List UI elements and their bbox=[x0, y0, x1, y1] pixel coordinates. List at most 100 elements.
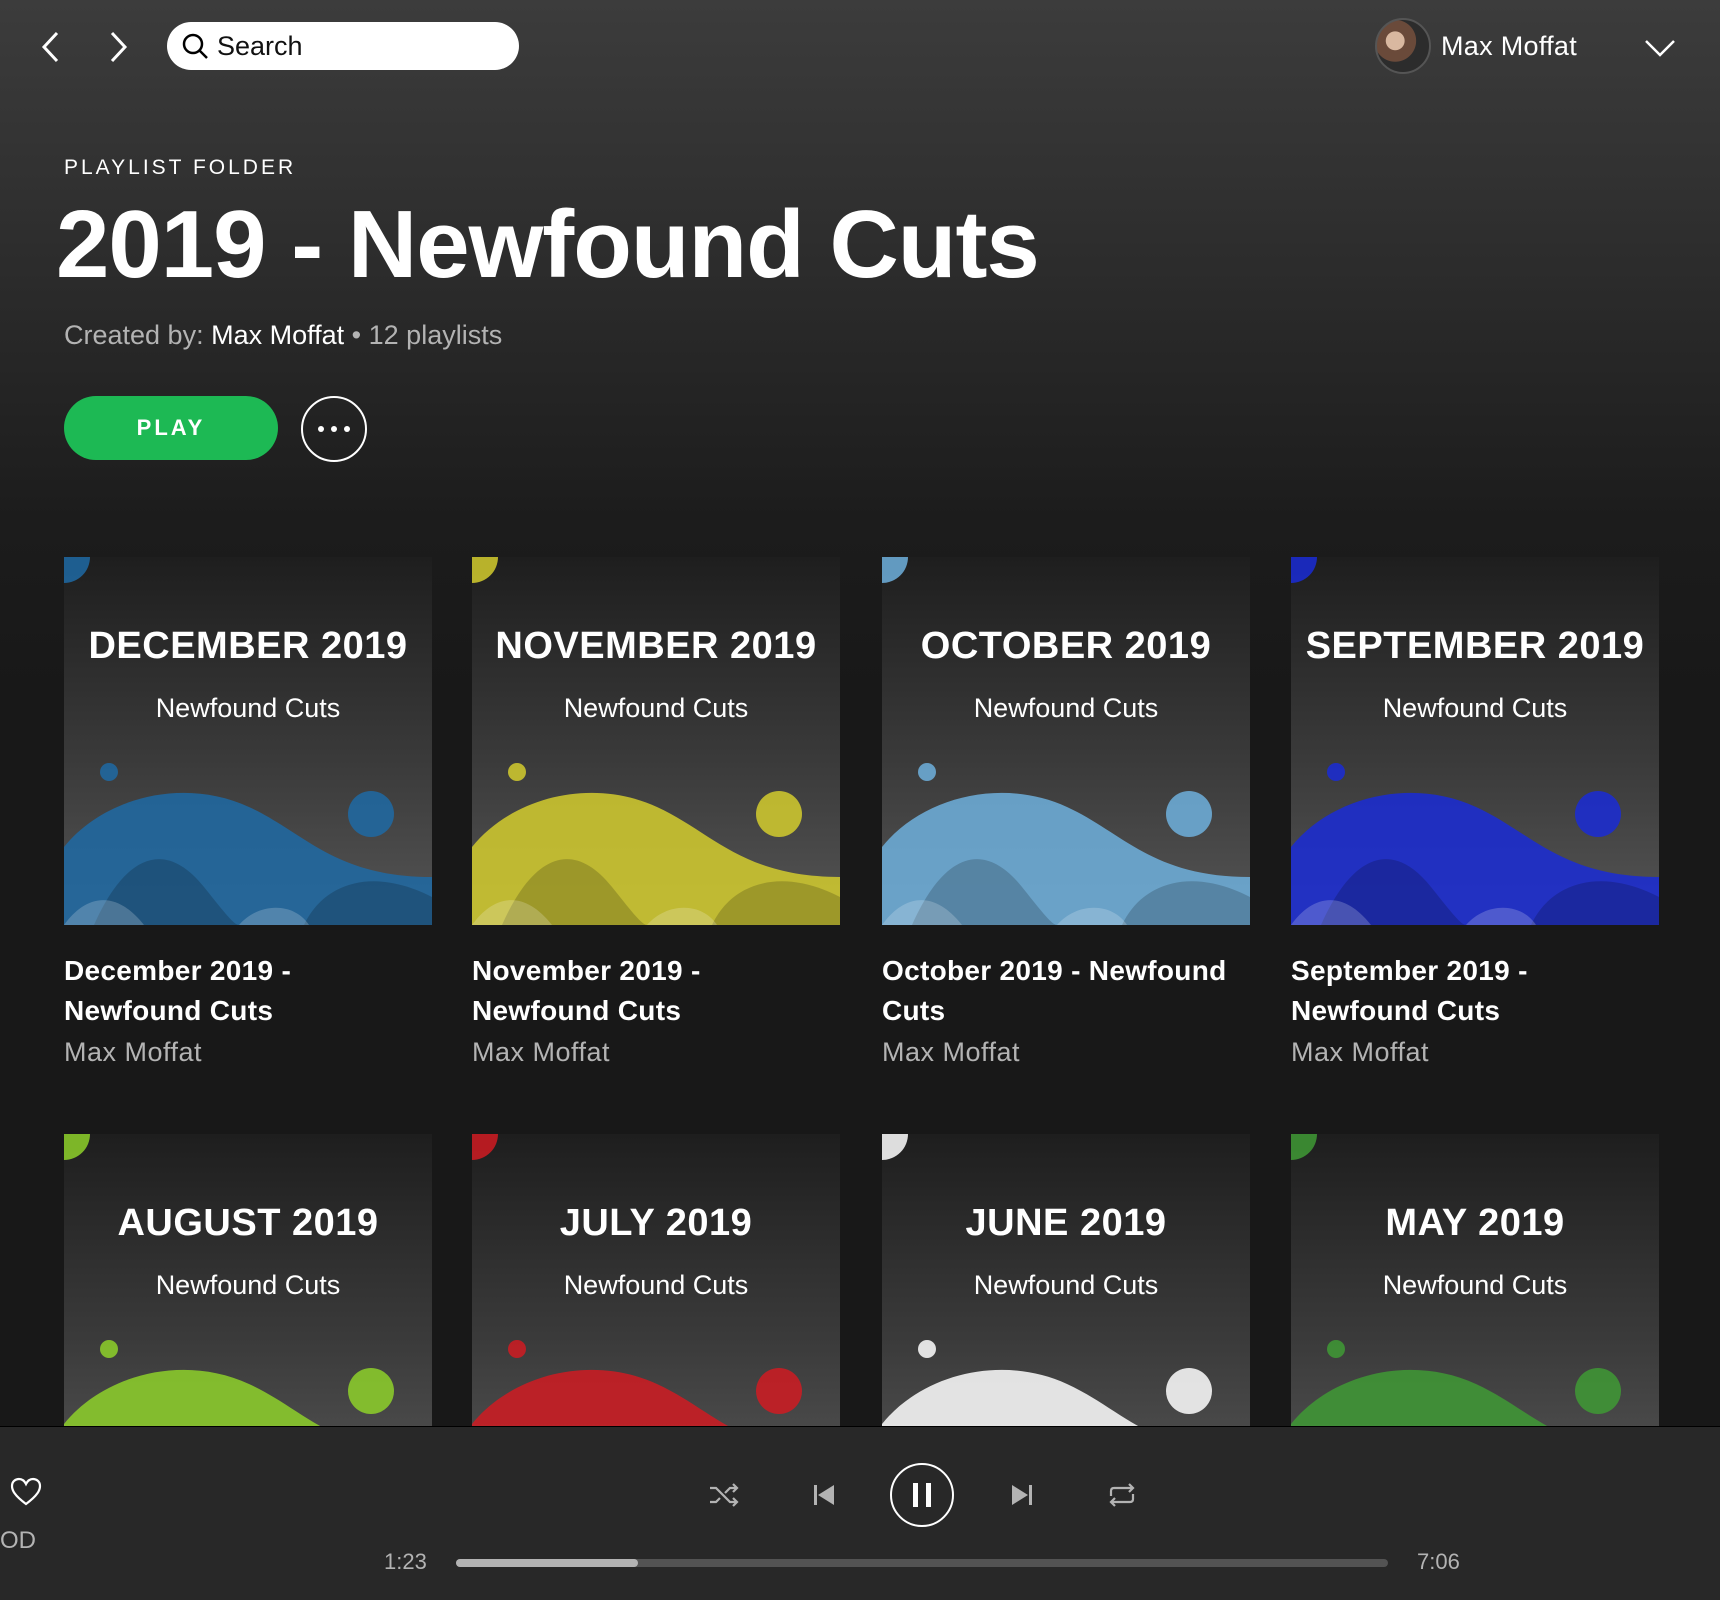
cover-big-dot bbox=[1166, 791, 1212, 837]
playlist-card[interactable]: JULY 2019Newfound CutsJuly 2019 - Newfou… bbox=[472, 1134, 840, 1426]
cover-small-dot bbox=[1327, 763, 1345, 781]
play-button[interactable]: PLAY bbox=[64, 396, 278, 460]
cover-big-dot bbox=[348, 1368, 394, 1414]
cover-subtitle-text: Newfound Cuts bbox=[563, 693, 749, 723]
playlist-card[interactable]: NOVEMBER 2019 Newfound Cuts November 2019 … bbox=[472, 557, 840, 1068]
skip-forward-icon bbox=[1012, 1485, 1032, 1505]
playlist-card[interactable]: SEPTEMBER 2019 Newfound Cuts September 201… bbox=[1291, 557, 1659, 1068]
cover-month-text: NOVEMBER 2019 bbox=[495, 625, 817, 667]
search-input[interactable] bbox=[217, 30, 507, 62]
cover-subtitle-text: Newfound Cuts bbox=[1382, 1270, 1568, 1300]
playlist-cover[interactable]: AUGUST 2019 Newfound Cuts bbox=[64, 1134, 432, 1426]
progress-fill bbox=[456, 1559, 638, 1567]
playlist-card[interactable]: JUNE 2019Newfound CutsJune 2019 - Newfou… bbox=[882, 1134, 1250, 1426]
cover-small-dot bbox=[100, 1340, 118, 1358]
playlist-cover[interactable]: OCTOBER 2019 Newfound Cuts bbox=[882, 557, 1250, 925]
cover-artwork bbox=[472, 557, 840, 925]
cover-subtitle-text: Newfound Cuts bbox=[973, 693, 1159, 723]
playlist-cover[interactable]: MAY 2019 Newfound Cuts bbox=[1291, 1134, 1659, 1426]
cover-month-text: MAY 2019 bbox=[1385, 1202, 1565, 1244]
shuffle-icon bbox=[710, 1483, 739, 1507]
cover-corner-mark bbox=[64, 557, 90, 583]
cover-small-dot bbox=[508, 1340, 526, 1358]
next-button[interactable] bbox=[1000, 1463, 1044, 1527]
playlist-title[interactable]: September 2019 - Newfound Cuts bbox=[1291, 951, 1651, 1031]
cover-corner-mark bbox=[472, 557, 498, 583]
cover-month-text: JULY 2019 bbox=[559, 1202, 753, 1244]
cover-month-text: DECEMBER 2019 bbox=[88, 625, 408, 667]
folder-owner-link[interactable]: Max Moffat bbox=[211, 320, 344, 350]
cover-big-dot bbox=[1575, 791, 1621, 837]
pause-icon bbox=[913, 1483, 931, 1507]
chevron-left-icon bbox=[41, 31, 59, 63]
cover-small-dot bbox=[918, 1340, 936, 1358]
skip-back-icon bbox=[814, 1485, 834, 1505]
player-bar: OD 1:23 7:06 bbox=[0, 1426, 1720, 1600]
playlist-cover[interactable]: NOVEMBER 2019 Newfound Cuts bbox=[472, 557, 840, 925]
user-name[interactable]: Max Moffat bbox=[1441, 31, 1577, 62]
playlist-card[interactable]: AUGUST 2019Newfound CutsAugust 2019 - Ne… bbox=[64, 1134, 432, 1426]
cover-big-dot bbox=[756, 1368, 802, 1414]
search-icon bbox=[182, 33, 208, 59]
search-box[interactable] bbox=[167, 22, 519, 70]
forward-button[interactable] bbox=[93, 22, 143, 72]
playlist-card[interactable]: OCTOBER 2019 Newfound Cuts October 2019 - … bbox=[882, 557, 1250, 1068]
page-title: 2019 - Newfound Cuts bbox=[56, 191, 1040, 298]
cover-subtitle-text: Newfound Cuts bbox=[1382, 693, 1568, 723]
playlist-card[interactable]: DECEMBER 2019 Newfound Cuts December 2019 … bbox=[64, 557, 432, 1068]
progress-bar[interactable] bbox=[456, 1559, 1388, 1567]
cover-corner-mark bbox=[882, 557, 908, 583]
cover-big-dot bbox=[1575, 1368, 1621, 1414]
cover-corner-mark bbox=[1291, 1134, 1317, 1160]
playlist-title[interactable]: October 2019 - Newfound Cuts bbox=[882, 951, 1242, 1031]
cover-small-dot bbox=[918, 763, 936, 781]
main-view: Max Moffat PLAYLIST FOLDER 2019 - Newfou… bbox=[0, 0, 1720, 1426]
cover-big-dot bbox=[756, 791, 802, 837]
cover-corner-mark bbox=[64, 1134, 90, 1160]
folder-type-label: PLAYLIST FOLDER bbox=[64, 156, 297, 179]
avatar[interactable] bbox=[1375, 18, 1431, 74]
playlist-cover[interactable]: SEPTEMBER 2019 Newfound Cuts bbox=[1291, 557, 1659, 925]
playlist-title[interactable]: December 2019 - Newfound Cuts bbox=[64, 951, 424, 1031]
user-menu-button[interactable] bbox=[1640, 28, 1680, 68]
elapsed-time: 1:23 bbox=[384, 1549, 427, 1574]
now-playing-title-fragment[interactable]: OD bbox=[0, 1527, 36, 1555]
playlist-owner[interactable]: Max Moffat bbox=[472, 1037, 840, 1068]
cover-month-text: AUGUST 2019 bbox=[117, 1202, 379, 1244]
playlist-card[interactable]: MAY 2019Newfound CutsMay 2019 - Newfound… bbox=[1291, 1134, 1659, 1426]
meta-separator: • bbox=[351, 320, 362, 350]
playlist-title[interactable]: November 2019 - Newfound Cuts bbox=[472, 951, 832, 1031]
like-button[interactable] bbox=[10, 1477, 46, 1513]
shuffle-button[interactable] bbox=[702, 1463, 746, 1527]
cover-corner-mark bbox=[1291, 557, 1317, 583]
more-options-button[interactable] bbox=[301, 396, 367, 462]
cover-artwork bbox=[882, 557, 1250, 925]
playlist-owner[interactable]: Max Moffat bbox=[64, 1037, 432, 1068]
cover-subtitle-text: Newfound Cuts bbox=[155, 693, 341, 723]
cover-subtitle-text: Newfound Cuts bbox=[973, 1270, 1159, 1300]
cover-artwork bbox=[64, 557, 432, 925]
playlist-cover[interactable]: JUNE 2019 Newfound Cuts bbox=[882, 1134, 1250, 1426]
playlist-cover[interactable]: JULY 2019 Newfound Cuts bbox=[472, 1134, 840, 1426]
previous-button[interactable] bbox=[802, 1463, 846, 1527]
repeat-button[interactable] bbox=[1100, 1463, 1144, 1527]
cover-small-dot bbox=[1327, 1340, 1345, 1358]
chevron-right-icon bbox=[110, 31, 128, 63]
playlist-owner[interactable]: Max Moffat bbox=[882, 1037, 1250, 1068]
playlist-owner[interactable]: Max Moffat bbox=[1291, 1037, 1659, 1068]
playlist-cover[interactable]: DECEMBER 2019 Newfound Cuts bbox=[64, 557, 432, 925]
duration-time: 7:06 bbox=[1417, 1549, 1460, 1574]
cover-corner-mark bbox=[882, 1134, 908, 1160]
cover-subtitle-text: Newfound Cuts bbox=[155, 1270, 341, 1300]
user-widget[interactable]: Max Moffat bbox=[1375, 18, 1577, 74]
cover-month-text: SEPTEMBER 2019 bbox=[1305, 625, 1645, 667]
folder-meta: Created by: Max Moffat • 12 playlists bbox=[64, 320, 502, 351]
chevron-down-icon bbox=[1645, 40, 1675, 57]
back-button[interactable] bbox=[26, 22, 76, 72]
repeat-icon bbox=[1109, 1483, 1135, 1507]
heart-icon bbox=[10, 1477, 42, 1506]
cover-big-dot bbox=[1166, 1368, 1212, 1414]
cover-big-dot bbox=[348, 791, 394, 837]
cover-corner-mark bbox=[472, 1134, 498, 1160]
pause-button[interactable] bbox=[890, 1463, 954, 1527]
